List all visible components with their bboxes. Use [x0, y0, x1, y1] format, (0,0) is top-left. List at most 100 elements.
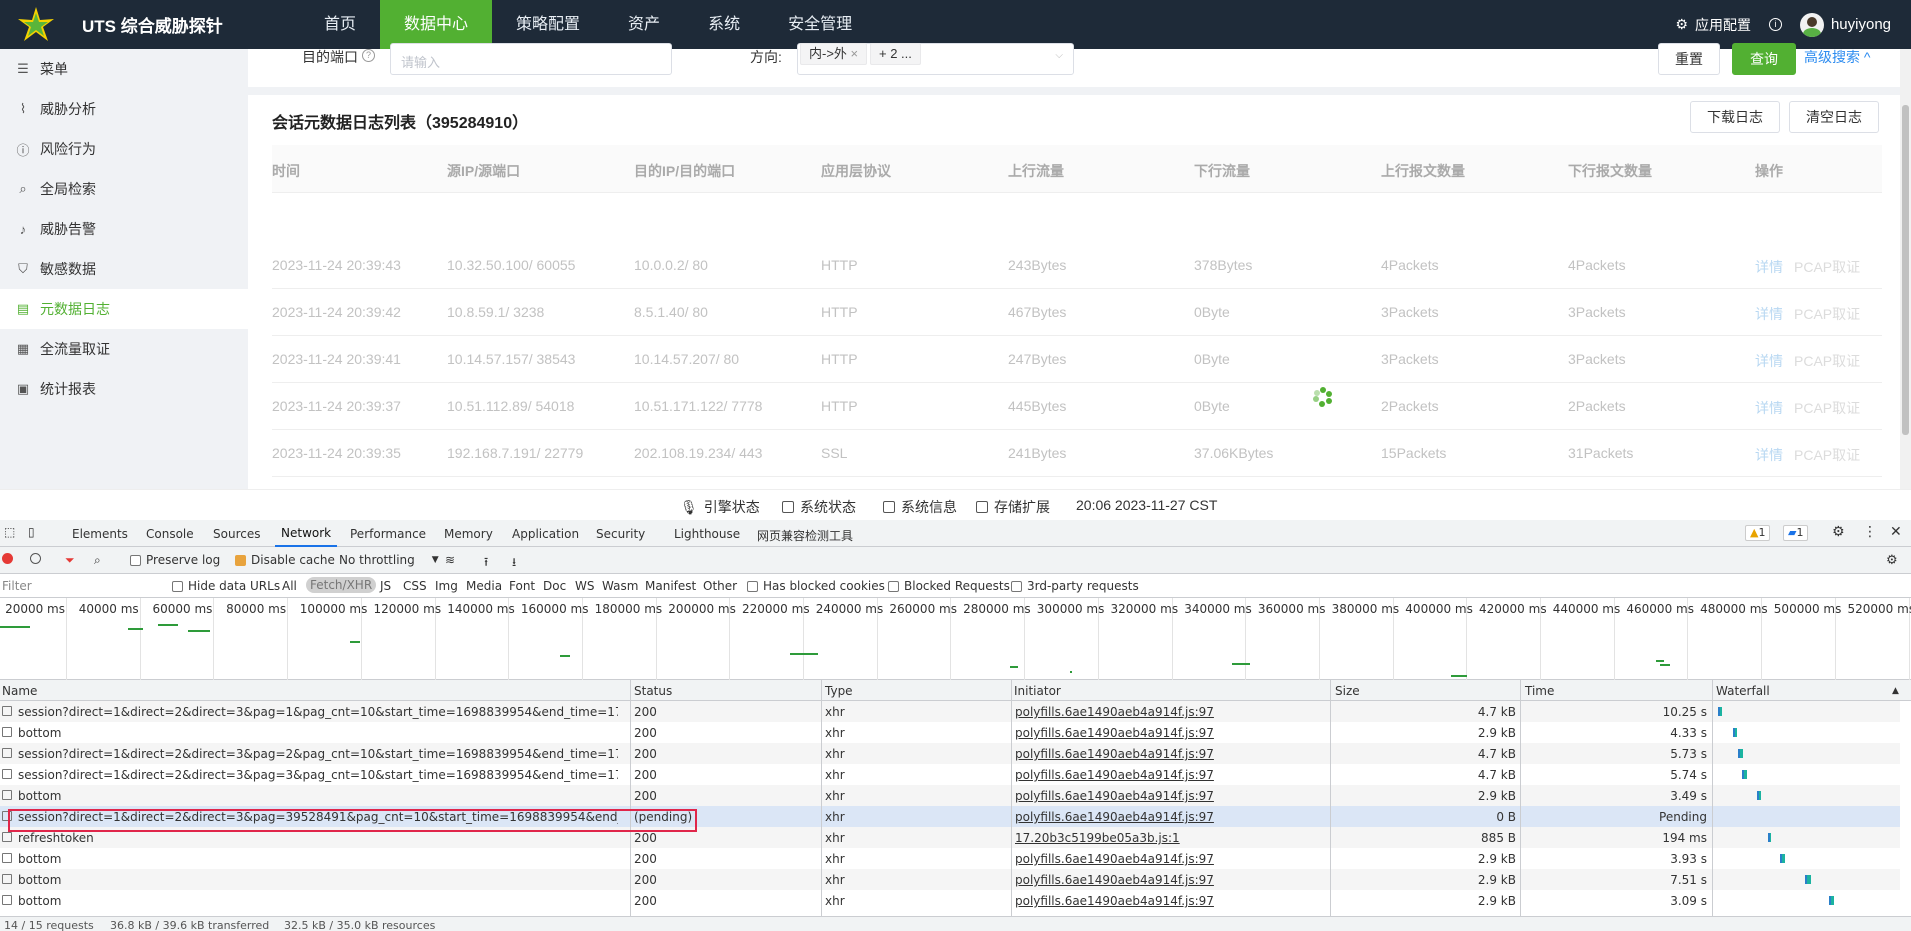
tab-network[interactable]: Network	[275, 520, 338, 547]
network-overview-timeline[interactable]: 20000 ms 40000 ms 60000 ms 80000 ms 100000 m…	[0, 598, 1911, 680]
pcap-link[interactable]: PCAP取证	[1794, 304, 1860, 324]
type-fetch-xhr[interactable]: Fetch/XHR	[306, 577, 377, 593]
type-media[interactable]: Media	[466, 579, 502, 593]
tab-sources[interactable]: Sources	[213, 527, 260, 541]
download-log-button[interactable]: 下载日志	[1690, 101, 1780, 133]
type-manifest[interactable]: Manifest	[645, 579, 696, 593]
type-wasm[interactable]: Wasm	[602, 579, 638, 593]
dst-port-input[interactable]: 请输入	[390, 43, 672, 75]
nav-home[interactable]: 首页	[300, 0, 380, 49]
tab-security[interactable]: Security	[596, 527, 645, 541]
type-font[interactable]: Font	[509, 579, 535, 593]
detail-link[interactable]: 详情	[1755, 304, 1783, 324]
disable-cache-checkbox[interactable]: Disable cache	[235, 553, 335, 567]
type-other[interactable]: Other	[703, 579, 737, 593]
tab-application[interactable]: Application	[512, 527, 579, 541]
sidebar-item-reports[interactable]: ▣ 统计报表	[0, 369, 248, 409]
sidebar-item-threat-analysis[interactable]: ⌇ 威胁分析	[0, 89, 248, 129]
sidebar-item-threat-alert[interactable]: ♪ 威胁告警	[0, 209, 248, 249]
request-row[interactable]: bottom 200 xhr polyfills.6ae1490aeb4a914f.j…	[0, 785, 1900, 806]
type-js[interactable]: JS	[380, 579, 391, 593]
pcap-link[interactable]: PCAP取证	[1794, 351, 1860, 371]
clear-button[interactable]	[30, 553, 41, 564]
warning-badge[interactable]: ▲1	[1745, 525, 1771, 541]
request-initiator[interactable]: 17.20b3c5199be05a3b.js:1	[1015, 831, 1325, 845]
request-row[interactable]: bottom 200 xhr polyfills.6ae1490aeb4a914f.j…	[0, 869, 1900, 890]
request-initiator[interactable]: polyfills.6ae1490aeb4a914f.js:97	[1015, 894, 1325, 908]
type-img[interactable]: Img	[435, 579, 458, 593]
query-button[interactable]: 查询	[1732, 43, 1796, 75]
tab-elements[interactable]: Elements	[72, 527, 128, 541]
app-settings-button[interactable]: ⚙ 应用配置	[1675, 15, 1751, 35]
detail-link[interactable]: 详情	[1755, 257, 1783, 277]
more-options-icon[interactable]: ⋮	[1863, 524, 1877, 540]
sidebar-item-metadata-log[interactable]: ▤ 元数据日志	[0, 289, 248, 329]
sidebar-item-full-capture[interactable]: ▦ 全流量取证	[0, 329, 248, 369]
tab-performance[interactable]: Performance	[350, 527, 426, 541]
tag-close-icon[interactable]: ×	[851, 46, 859, 61]
tab-memory[interactable]: Memory	[444, 527, 493, 541]
search-icon[interactable]: ⌕	[94, 553, 101, 568]
pcap-link[interactable]: PCAP取证	[1794, 257, 1860, 277]
detail-link[interactable]: 详情	[1755, 398, 1783, 418]
throttling-select[interactable]: No throttling ▼	[339, 553, 439, 567]
system-info[interactable]: 系统信息	[883, 497, 957, 517]
sidebar-item-global-search[interactable]: ⌕ 全局检索	[0, 169, 248, 209]
col-initiator[interactable]: Initiator	[1014, 684, 1061, 698]
device-toggle-icon[interactable]: ▯	[28, 525, 35, 539]
blocked-requests-checkbox[interactable]: Blocked Requests	[888, 579, 1010, 593]
filter-input[interactable]: Filter	[2, 579, 32, 593]
request-row[interactable]: session?direct=1&direct=2&direct=3&pag=1…	[0, 701, 1900, 722]
inspect-icon[interactable]: ⬚	[4, 525, 15, 539]
tab-lighthouse[interactable]: Lighthouse	[674, 527, 740, 541]
request-row[interactable]: session?direct=1&direct=2&direct=3&pag=2…	[0, 743, 1900, 764]
nav-system[interactable]: 系统	[684, 0, 764, 49]
request-initiator[interactable]: polyfills.6ae1490aeb4a914f.js:97	[1015, 852, 1325, 866]
type-css[interactable]: CSS	[403, 579, 427, 593]
sort-asc-icon[interactable]: ▲	[1892, 686, 1899, 696]
request-initiator[interactable]: polyfills.6ae1490aeb4a914f.js:97	[1015, 747, 1325, 761]
third-party-checkbox[interactable]: 3rd-party requests	[1011, 579, 1139, 593]
request-row[interactable]: bottom 200 xhr polyfills.6ae1490aeb4a914f.j…	[0, 890, 1900, 911]
request-initiator[interactable]: polyfills.6ae1490aeb4a914f.js:97	[1015, 726, 1325, 740]
filter-icon[interactable]: ⏷	[65, 553, 75, 568]
request-initiator[interactable]: polyfills.6ae1490aeb4a914f.js:97	[1015, 768, 1325, 782]
network-settings-icon[interactable]: ⚙	[1886, 553, 1898, 568]
user-menu[interactable]: huyiyong	[1799, 12, 1891, 37]
sidebar-item-sensitive-data[interactable]: ⛉ 敏感数据	[0, 249, 248, 289]
message-badge[interactable]: ▰1	[1783, 525, 1809, 541]
scroll-thumb[interactable]	[1902, 105, 1909, 435]
detail-link[interactable]: 详情	[1755, 351, 1783, 371]
sidebar-item-risk-behavior[interactable]: ⓘ 风险行为	[0, 129, 248, 169]
reset-button[interactable]: 重置	[1658, 43, 1720, 75]
col-time[interactable]: Time	[1525, 684, 1554, 698]
col-status[interactable]: Status	[634, 684, 672, 698]
pcap-link[interactable]: PCAP取证	[1794, 398, 1860, 418]
request-initiator[interactable]: polyfills.6ae1490aeb4a914f.js:97	[1015, 789, 1325, 803]
main-scrollbar[interactable]	[1900, 49, 1911, 489]
type-doc[interactable]: Doc	[543, 579, 566, 593]
info-button[interactable]: i	[1768, 18, 1782, 31]
network-conditions-icon[interactable]: ≋	[445, 553, 455, 567]
type-all[interactable]: All	[282, 579, 297, 593]
export-har-icon[interactable]: ⭳	[512, 553, 516, 574]
request-initiator[interactable]: polyfills.6ae1490aeb4a914f.js:97	[1015, 873, 1325, 887]
nav-policy[interactable]: 策略配置	[492, 0, 604, 49]
clear-log-button[interactable]: 清空日志	[1789, 101, 1879, 133]
nav-data-center[interactable]: 数据中心	[380, 0, 493, 49]
request-row[interactable]: session?direct=1&direct=2&direct=3&pag=3…	[0, 764, 1900, 785]
sidebar-item-menu[interactable]: ☰ 菜单	[0, 49, 248, 89]
close-icon[interactable]: ✕	[1890, 524, 1902, 540]
record-button[interactable]	[2, 553, 13, 564]
blocked-cookies-checkbox[interactable]: Has blocked cookies	[747, 579, 885, 593]
col-size[interactable]: Size	[1335, 684, 1360, 698]
detail-link[interactable]: 详情	[1755, 445, 1783, 465]
preserve-log-checkbox[interactable]: Preserve log	[130, 553, 220, 567]
col-type[interactable]: Type	[825, 684, 853, 698]
tab-console[interactable]: Console	[146, 527, 194, 541]
nav-assets[interactable]: 资产	[604, 0, 684, 49]
system-status[interactable]: 系统状态	[782, 497, 856, 517]
col-waterfall[interactable]: Waterfall	[1716, 684, 1770, 698]
request-initiator[interactable]: polyfills.6ae1490aeb4a914f.js:97	[1015, 810, 1325, 824]
tab-compat-checker[interactable]: 网页兼容检测工具	[757, 527, 853, 544]
